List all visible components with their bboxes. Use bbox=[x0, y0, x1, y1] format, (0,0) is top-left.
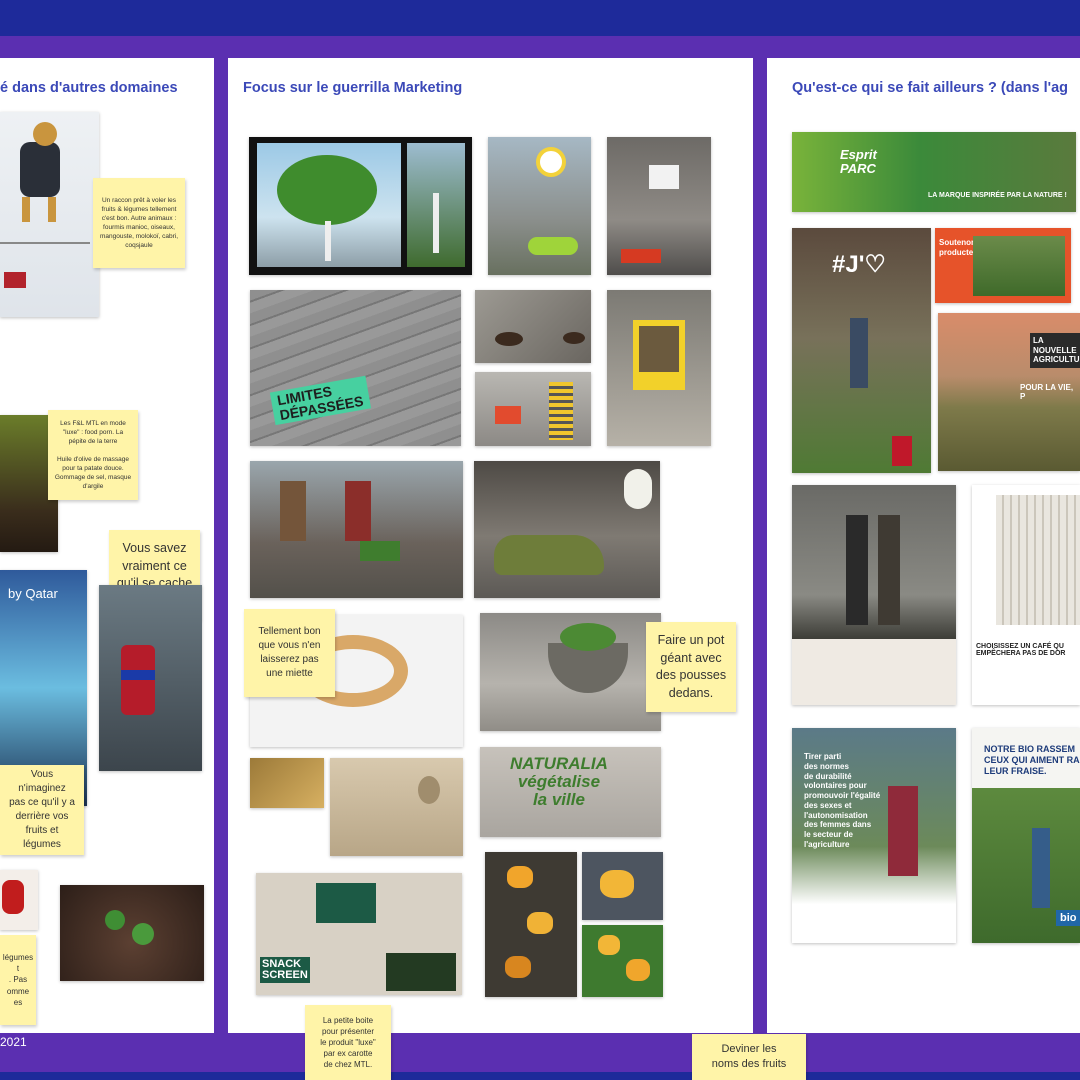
snack-screen-image[interactable]: SNACK SCREEN bbox=[256, 873, 462, 995]
sand-footprints-image[interactable] bbox=[330, 758, 463, 856]
footer-year: 2021 bbox=[0, 1035, 27, 1049]
naturalia-text: NATURALIA végétalise la ville bbox=[510, 754, 608, 809]
leaf-5 bbox=[626, 959, 650, 981]
manhole-hole bbox=[495, 332, 523, 346]
esprit-parc-tagline: LA MARQUE INSPIRÉE PAR LA NATURE ! bbox=[928, 192, 1067, 199]
grass-car-image[interactable] bbox=[474, 461, 660, 598]
esprit-parc-banner[interactable]: Esprit PARC LA MARQUE INSPIRÉE PAR LA NA… bbox=[792, 132, 1076, 212]
tree-photo-side bbox=[407, 143, 465, 267]
leaf-3 bbox=[505, 956, 531, 978]
leaf-grass-image[interactable] bbox=[582, 925, 663, 997]
escalator-cracked-image[interactable] bbox=[607, 290, 711, 446]
leaf-1 bbox=[507, 866, 533, 888]
brand-logo-box bbox=[892, 436, 912, 466]
plaques-image[interactable] bbox=[250, 758, 324, 808]
manhole-image[interactable] bbox=[475, 290, 591, 363]
farmer-figure bbox=[850, 318, 868, 388]
wheelbarrow-image[interactable] bbox=[250, 461, 463, 598]
escalator-floor-image[interactable] bbox=[475, 372, 591, 446]
bottom-bar bbox=[0, 1072, 1080, 1080]
coffee-bag bbox=[996, 495, 1080, 625]
footprint bbox=[418, 776, 440, 804]
sticky-note-luxe[interactable]: Les F&L MTL en mode "luxe" : food porn. … bbox=[48, 410, 138, 500]
leaf-sign bbox=[600, 870, 634, 898]
pot-plants bbox=[560, 623, 616, 651]
hands-soil-image[interactable] bbox=[60, 885, 204, 981]
sticky-note-boite[interactable]: La petite boite pour présenter le produi… bbox=[305, 1005, 391, 1080]
person-2 bbox=[345, 481, 371, 541]
farmer-right bbox=[878, 515, 900, 625]
soda-can-illustration bbox=[121, 645, 155, 715]
soutenons-producteurs-image[interactable]: Soutenons nos producteurs locaux bbox=[935, 228, 1071, 303]
jaime-producteurs-image[interactable]: #J'♡ bbox=[792, 228, 931, 473]
sticky-note-legumes[interactable]: légumes t . Pas omme es bbox=[0, 935, 36, 1025]
naturalia-image[interactable]: NATURALIA végétalise la ville bbox=[480, 747, 661, 837]
snack-screen-panel bbox=[386, 953, 456, 991]
autumn-leaves-image[interactable] bbox=[485, 852, 577, 997]
tree-canopy bbox=[277, 155, 377, 225]
leaf-2 bbox=[527, 912, 553, 934]
person-1 bbox=[280, 481, 306, 541]
pour-la-vie-text: POUR LA VIE, P bbox=[1020, 383, 1074, 401]
escalator-frame bbox=[633, 320, 685, 390]
cheetah-ad-image[interactable] bbox=[0, 112, 99, 317]
sticky-note-imaginez[interactable]: Vous n'imaginez pas ce qu'il y a derrièr… bbox=[0, 765, 84, 855]
grass-car bbox=[494, 535, 604, 575]
leaf-sign-image[interactable] bbox=[582, 852, 663, 920]
giant-flower-image[interactable] bbox=[488, 137, 591, 275]
pepsi-can-image[interactable] bbox=[99, 585, 202, 771]
top-toolbar bbox=[0, 0, 1080, 36]
leaf-4 bbox=[598, 935, 620, 955]
right-panel-title: Qu'est-ce qui se fait ailleurs ? (dans l… bbox=[792, 80, 1069, 96]
grass-sign bbox=[624, 469, 652, 509]
center-panel-title: Focus sur le guerrilla Marketing bbox=[243, 80, 463, 96]
fork-trunk bbox=[325, 221, 331, 261]
limites-text: LIMITES DÉPASSÉES bbox=[269, 375, 371, 426]
sticky-note-pot[interactable]: Faire un pot géant avec des pousses deda… bbox=[646, 622, 736, 712]
snack-text: SNACK SCREEN bbox=[260, 957, 310, 983]
limites-depassees-image[interactable]: LIMITES DÉPASSÉES bbox=[250, 290, 461, 446]
left-panel-title: é dans d'autres domaines bbox=[0, 80, 178, 96]
cafe-text: CHOISISSEZ UN CAFÉ QU EMPÊCHERA PAS DE D… bbox=[976, 643, 1066, 657]
nouvelle-agri-logo: LA NOUVELLE AGRICULTURE bbox=[1030, 333, 1080, 368]
fork-side bbox=[433, 193, 439, 253]
sticky-note-raccoon[interactable]: Un raccon prêt à voler les fruits & légu… bbox=[93, 178, 185, 268]
jaime-logo: #J'♡ bbox=[832, 251, 886, 278]
red-object bbox=[621, 249, 661, 263]
sprout-left bbox=[105, 910, 125, 930]
giant-pot-image[interactable] bbox=[480, 613, 661, 731]
pepper-image[interactable] bbox=[0, 870, 38, 930]
pepper-shape bbox=[2, 880, 24, 914]
crack-panel bbox=[639, 326, 679, 372]
cup-shape bbox=[649, 165, 679, 189]
nouvelle-agriculture-image[interactable]: LA NOUVELLE AGRICULTURE POUR LA VIE, P bbox=[938, 313, 1080, 471]
snack-box bbox=[316, 883, 376, 923]
iisd-guide-image[interactable]: Tirer parti des normes de durabilité vol… bbox=[792, 728, 956, 943]
floor-graphic bbox=[495, 406, 521, 424]
sticky-note-tellement[interactable]: Tellement bon que vous n'en laisserez pa… bbox=[244, 609, 335, 697]
sprout-right bbox=[132, 923, 154, 945]
bio-tag: bio bbox=[1056, 910, 1080, 926]
plant-wheelbarrow bbox=[360, 541, 400, 561]
adult-figure bbox=[1032, 828, 1050, 908]
tree-photo-main bbox=[257, 143, 401, 267]
fork-tree-image[interactable] bbox=[249, 137, 472, 275]
farmer-woman bbox=[888, 786, 918, 876]
esprit-parc-logo: Esprit PARC bbox=[840, 147, 877, 176]
fairtrade-coffee-poster[interactable]: CHOISISSEZ UN CAFÉ QU EMPÊCHERA PAS DE D… bbox=[972, 485, 1080, 705]
notre-bio-poster[interactable]: NOTRE BIO RASSEM CEUX QUI AIMENT RA LEUR… bbox=[972, 728, 1080, 943]
producteur-photo bbox=[973, 236, 1065, 296]
cheetah-illustration bbox=[0, 122, 90, 288]
notre-bio-text: NOTRE BIO RASSEM CEUX QUI AIMENT RA LEUR… bbox=[984, 744, 1080, 776]
manhole-hole-2 bbox=[563, 332, 585, 344]
escalator-steps bbox=[549, 382, 573, 440]
farmer-left bbox=[846, 515, 868, 625]
farmers-couple-poster[interactable] bbox=[792, 485, 956, 705]
flower-leaf bbox=[528, 237, 578, 255]
qatar-text: by Qatar bbox=[8, 586, 58, 601]
tirer-parti-text: Tirer parti des normes de durabilité vol… bbox=[804, 752, 881, 849]
sticky-note-deviner[interactable]: Deviner les noms des fruits bbox=[692, 1034, 806, 1080]
giant-cup-image[interactable] bbox=[607, 137, 711, 275]
daisy-flower bbox=[536, 147, 566, 177]
